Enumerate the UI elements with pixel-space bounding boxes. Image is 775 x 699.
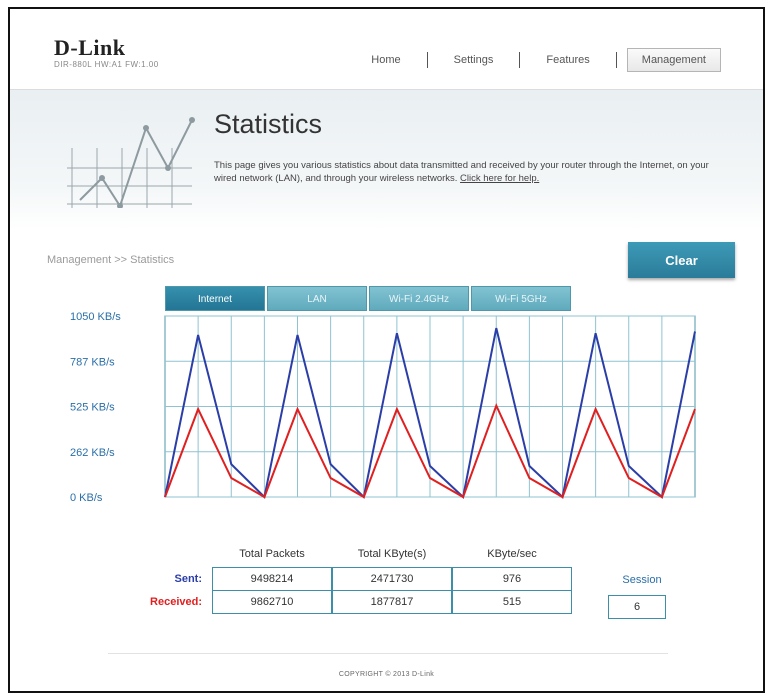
header-total-packets: Total Packets [239, 548, 305, 560]
received-total-packets: 9862710 [212, 590, 332, 614]
received-kbyte-sec: 515 [452, 590, 572, 614]
y-tick-label: 525 KB/s [70, 402, 115, 414]
header-kbyte-sec: KByte/sec [487, 548, 537, 560]
session-count: 6 [608, 595, 666, 619]
received-label: Received: [150, 596, 202, 608]
y-tick-label: 787 KB/s [70, 356, 115, 368]
footer-divider [108, 653, 668, 654]
router-admin-window: D-Link DIR-880L HW:A1 FW:1.00 Home Setti… [8, 7, 765, 693]
sent-total-kbytes: 2471730 [332, 567, 452, 591]
copyright: COPYRIGHT © 2013 D-Link [338, 671, 435, 678]
y-tick-label: 0 KB/s [70, 492, 103, 504]
sent-total-packets: 9498214 [212, 567, 332, 591]
y-tick-label: 1050 KB/s [70, 311, 121, 323]
sent-kbyte-sec: 976 [452, 567, 572, 591]
received-total-kbytes: 1877817 [332, 590, 452, 614]
y-tick-label: 262 KB/s [70, 447, 115, 459]
traffic-chart: 1050 KB/s 787 KB/s 525 KB/s 262 KB/s 0 KB/s [70, 311, 696, 504]
sent-label: Sent: [174, 573, 203, 585]
header-total-kbytes: Total KByte(s) [357, 548, 427, 560]
session-label: Session [622, 574, 662, 586]
